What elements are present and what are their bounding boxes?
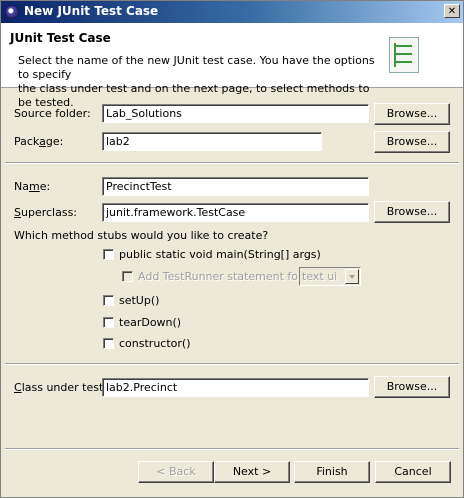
wizard-header: JUnit Test Case Select the name of the n…: [1, 23, 463, 109]
title-bar[interactable]: New JUnit Test Case ✕: [1, 1, 463, 23]
testrunner-select-value: text ui: [302, 270, 338, 283]
setup-checkbox-label: setUp(): [119, 294, 160, 307]
class-under-test-field[interactable]: lab2.Precinct: [102, 378, 369, 397]
window-title: New JUnit Test Case: [24, 4, 159, 18]
back-button[interactable]: < Back: [138, 461, 214, 483]
page-title: JUnit Test Case: [10, 31, 111, 45]
testrunner-label: Add TestRunner statement for:: [138, 270, 307, 283]
chevron-down-icon: [345, 269, 359, 284]
cancel-button[interactable]: Cancel: [375, 461, 451, 483]
constructor-checkbox[interactable]: [103, 338, 114, 349]
next-button[interactable]: Next >: [214, 461, 290, 483]
junit-wizard-icon: [389, 37, 419, 73]
finish-button[interactable]: Finish: [294, 461, 370, 483]
name-field[interactable]: PrecinctTest: [102, 177, 369, 196]
stubs-question: Which method stubs would you like to cre…: [14, 229, 269, 242]
separator: [5, 162, 459, 164]
testrunner-checkbox[interactable]: [122, 271, 133, 282]
superclass-field[interactable]: junit.framework.TestCase: [102, 203, 369, 222]
main-checkbox-label: public static void main(String[] args): [119, 248, 321, 261]
class-under-test-browse-button[interactable]: Browse...: [374, 376, 450, 398]
source-folder-browse-button[interactable]: Browse...: [374, 103, 450, 125]
name-label: Name:: [14, 180, 51, 193]
class-under-test-label: Class under test:: [14, 381, 107, 394]
eclipse-icon: [5, 5, 19, 19]
separator: [5, 363, 459, 365]
teardown-checkbox[interactable]: [103, 317, 114, 328]
description-line-1: Select the name of the new JUnit test ca…: [18, 54, 375, 81]
main-checkbox[interactable]: [103, 249, 114, 260]
superclass-label: Superclass:: [14, 206, 77, 219]
close-button[interactable]: ✕: [444, 4, 460, 18]
package-field[interactable]: lab2: [102, 132, 322, 151]
page-description: Select the name of the new JUnit test ca…: [18, 54, 378, 110]
teardown-checkbox-label: tearDown(): [119, 316, 182, 329]
constructor-checkbox-label: constructor(): [119, 337, 191, 350]
package-label: Package:: [14, 135, 64, 148]
setup-checkbox[interactable]: [103, 295, 114, 306]
source-folder-label: Source folder:: [14, 107, 91, 120]
package-browse-button[interactable]: Browse...: [374, 131, 450, 153]
testrunner-select[interactable]: text ui: [299, 267, 361, 286]
wizard-window: New JUnit Test Case ✕ JUnit Test Case Se…: [0, 0, 464, 498]
superclass-browse-button[interactable]: Browse...: [374, 201, 450, 223]
separator: [5, 448, 459, 450]
source-folder-field[interactable]: Lab_Solutions: [102, 104, 369, 123]
